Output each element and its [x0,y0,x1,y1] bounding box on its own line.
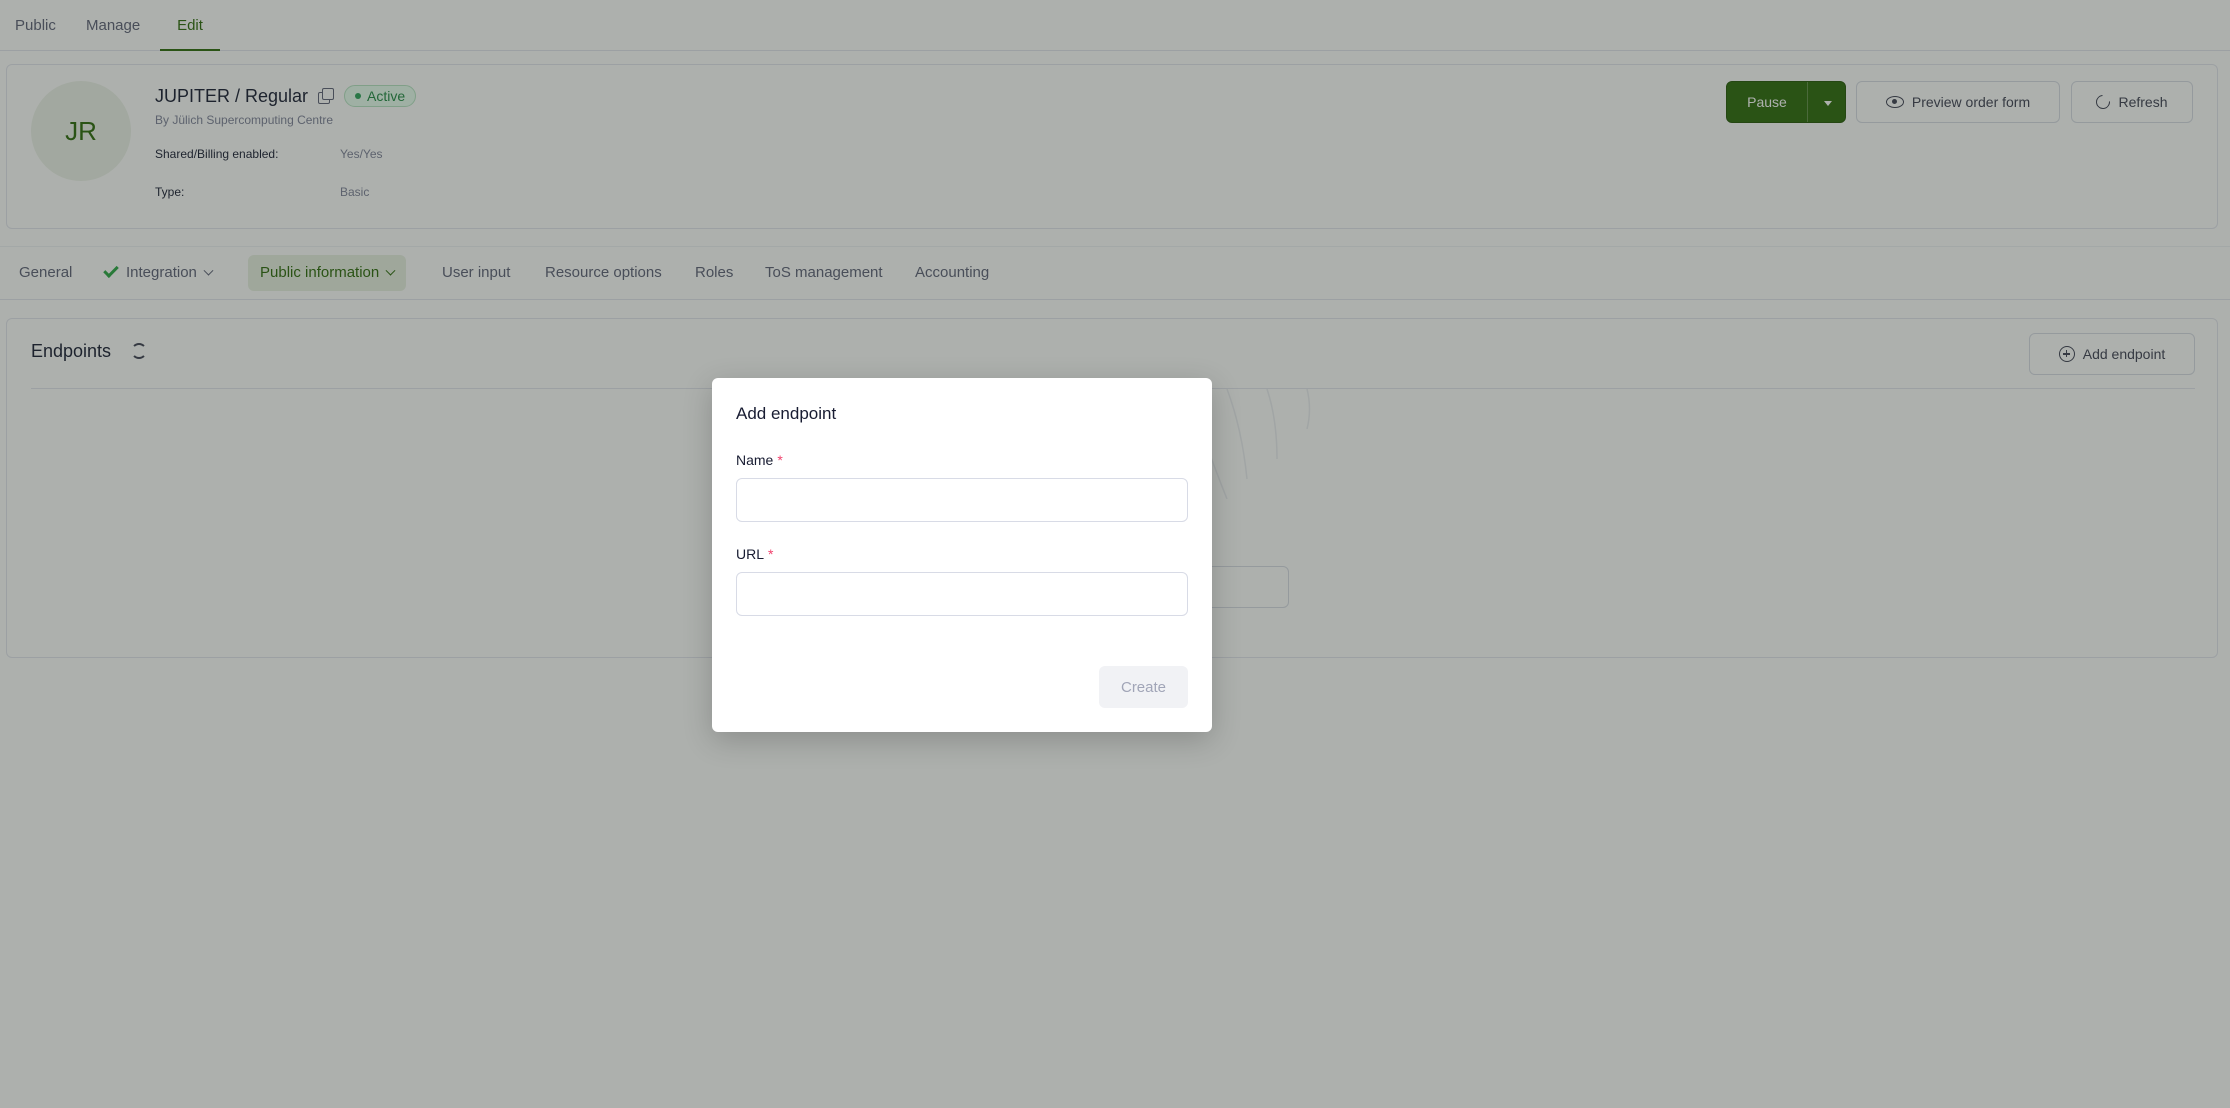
required-marker: * [777,452,783,468]
required-marker: * [768,546,774,562]
create-button[interactable]: Create [1099,666,1188,708]
add-endpoint-dialog: Add endpoint Name * URL * Create [712,378,1212,732]
name-label-text: Name [736,452,774,468]
name-label: Name * [736,452,783,468]
dialog-title: Add endpoint [736,404,837,423]
url-label: URL * [736,546,773,562]
url-input[interactable] [736,572,1188,616]
page: Public Manage Edit JR JUPITER / Regular … [0,0,2230,1108]
name-input[interactable] [736,478,1188,522]
url-label-text: URL [736,546,765,562]
